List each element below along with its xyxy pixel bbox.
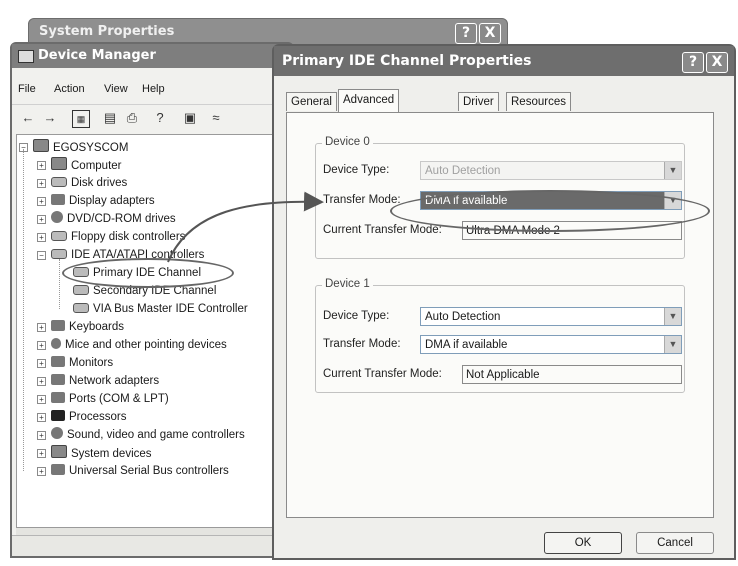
annotation-arrow xyxy=(167,191,324,263)
